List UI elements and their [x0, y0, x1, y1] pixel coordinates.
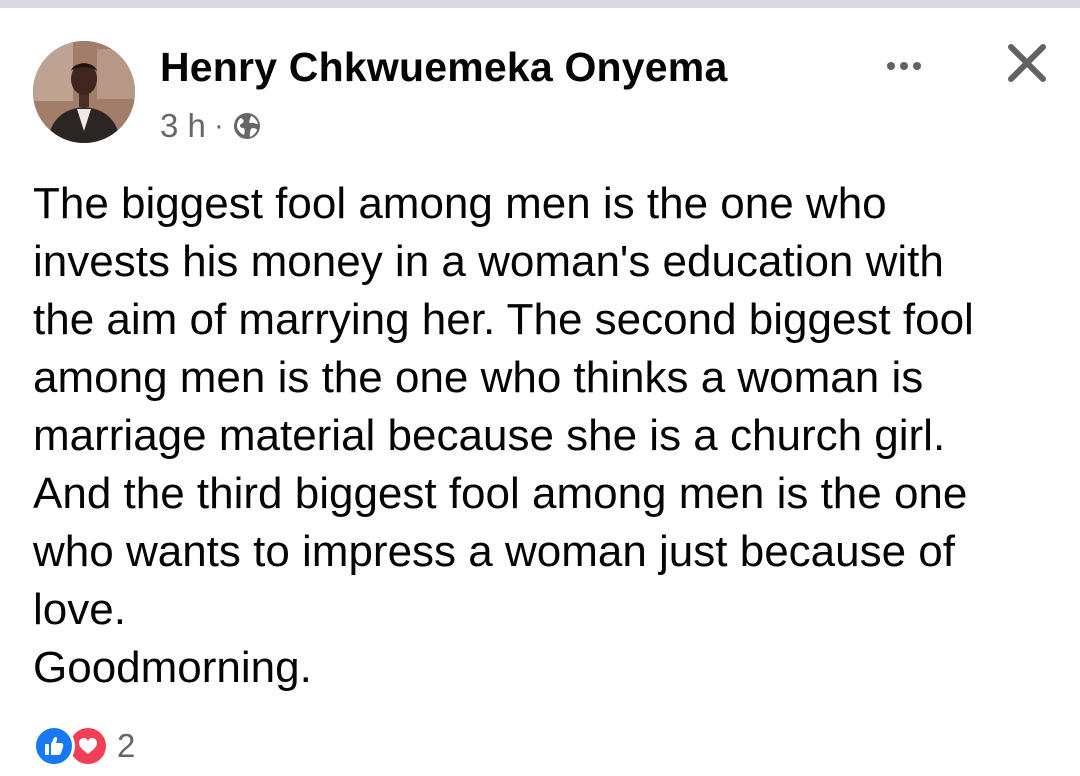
- post-line: the aim of marrying her. The second bigg…: [33, 295, 974, 344]
- close-icon[interactable]: [1002, 38, 1052, 88]
- reaction-summary[interactable]: 2: [33, 723, 135, 769]
- more-dot: [913, 62, 921, 70]
- post-meta: 3 h ·: [160, 106, 262, 146]
- globe-icon: [232, 111, 262, 141]
- post-line: among men is the one who thinks a woman …: [33, 353, 924, 402]
- post-body: The biggest fool among men is the one wh…: [33, 175, 1043, 697]
- more-dot: [900, 62, 908, 70]
- top-divider: [0, 0, 1080, 8]
- post-line: Goodmorning.: [33, 643, 312, 692]
- post-line: invests his money in a woman's education…: [33, 237, 944, 286]
- meta-separator: ·: [213, 109, 224, 142]
- post-line: who wants to impress a woman just becaus…: [33, 527, 956, 576]
- reaction-count: 2: [117, 727, 136, 764]
- more-dot: [887, 62, 895, 70]
- post-line: marriage material because she is a churc…: [33, 411, 946, 460]
- post-line: And the third biggest fool among men is …: [33, 469, 968, 518]
- author-name[interactable]: Henry Chkwuemeka Onyema: [160, 44, 727, 91]
- like-icon: [33, 725, 75, 767]
- post-line: love.: [33, 585, 126, 634]
- post-timestamp[interactable]: 3 h: [160, 107, 206, 145]
- post-line: The biggest fool among men is the one wh…: [33, 179, 887, 228]
- more-options-button[interactable]: [876, 48, 932, 84]
- author-avatar[interactable]: [33, 41, 135, 143]
- post-card: Henry Chkwuemeka Onyema 3 h · The bigges…: [0, 8, 1080, 776]
